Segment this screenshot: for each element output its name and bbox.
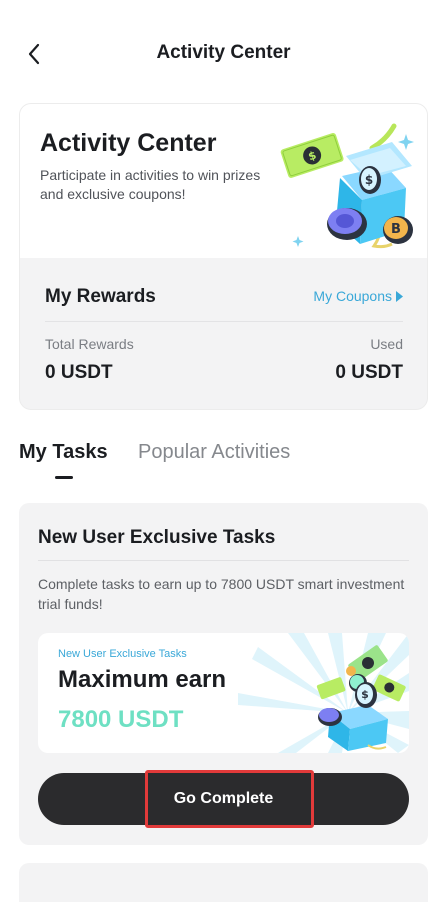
svg-text:$: $ <box>361 688 369 701</box>
banner-headline: Maximum earn <box>58 666 227 693</box>
money-box-illustration: $ <box>238 633 409 753</box>
hero-description: Participate in activities to win prizes … <box>40 167 261 202</box>
task-card-divider <box>38 560 409 561</box>
go-complete-button[interactable]: Go Complete <box>38 773 409 825</box>
task-card-title: New User Exclusive Tasks <box>38 527 276 548</box>
task-tabs: My Tasks Popular Activities <box>19 441 428 485</box>
gift-box-illustration: $ B $ <box>280 123 414 249</box>
used-label: Used <box>370 336 403 352</box>
used-value: 0 USDT <box>335 362 403 383</box>
hero-section: Activity Center Participate in activitie… <box>20 104 427 258</box>
rewards-divider <box>45 321 403 322</box>
my-coupons-label: My Coupons <box>313 288 392 304</box>
page-title: Activity Center <box>156 42 291 63</box>
new-user-task-card: New User Exclusive Tasks Complete tasks … <box>19 503 428 845</box>
activity-summary-card: Activity Center Participate in activitie… <box>19 103 428 410</box>
top-bar: Activity Center <box>0 0 447 106</box>
task-card-description: Complete tasks to earn up to 7800 USDT s… <box>38 576 405 612</box>
svg-text:$: $ <box>365 173 373 187</box>
hero-title: Activity Center <box>40 129 217 157</box>
total-rewards-label: Total Rewards <box>45 336 134 352</box>
active-tab-indicator <box>55 476 73 479</box>
svg-text:B: B <box>391 222 401 237</box>
banner-tag: New User Exclusive Tasks <box>58 648 187 660</box>
tab-my-tasks[interactable]: My Tasks <box>19 441 108 464</box>
caret-right-icon <box>396 290 403 302</box>
max-earn-banner: $ New User Exclusive Tasks Maximum earn … <box>38 633 409 753</box>
my-rewards-heading: My Rewards <box>45 286 156 307</box>
next-activity-card <box>19 863 428 902</box>
total-rewards-value: 0 USDT <box>45 362 113 383</box>
tab-popular-activities[interactable]: Popular Activities <box>138 441 290 464</box>
my-coupons-link[interactable]: My Coupons <box>313 288 403 304</box>
banner-amount: 7800 USDT <box>58 706 184 733</box>
